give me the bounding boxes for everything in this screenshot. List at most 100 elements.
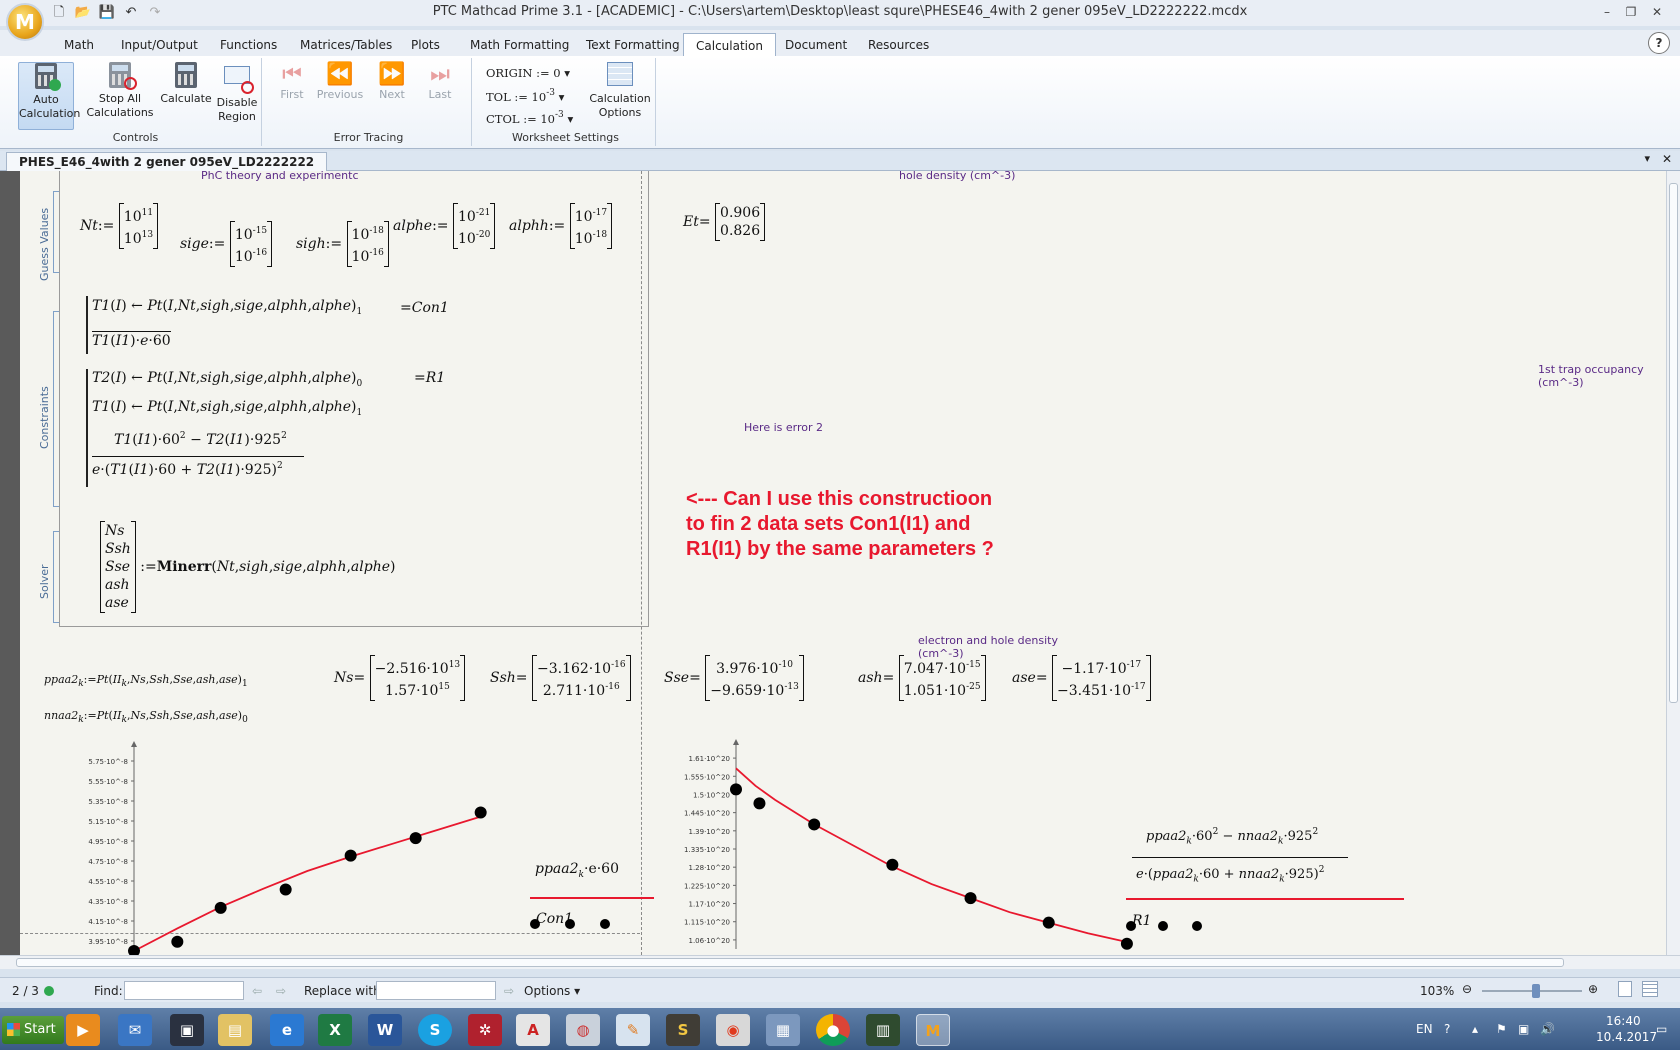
acrobat-icon[interactable]: A bbox=[516, 1014, 550, 1046]
video-editor-icon[interactable]: ▣ bbox=[170, 1014, 204, 1046]
result-Ns[interactable]: Ns= −2.516·1013 1.57·1015 bbox=[334, 655, 466, 701]
worksheet[interactable]: PhC theory and experimentc hole density … bbox=[0, 171, 1680, 955]
network-tray-icon[interactable]: ▣ bbox=[1518, 1022, 1529, 1036]
draft-view-icon[interactable] bbox=[1642, 981, 1658, 997]
result-ase[interactable]: ase= −1.17·10-17 −3.451·10-17 bbox=[1012, 655, 1151, 701]
zoom-slider-thumb[interactable] bbox=[1532, 984, 1540, 998]
origin-setting[interactable]: ORIGIN := 0 ▾ bbox=[486, 66, 570, 80]
language-indicator[interactable]: EN bbox=[1416, 1022, 1433, 1036]
constraint-con1[interactable]: =Con1 bbox=[400, 300, 449, 316]
skype-icon[interactable]: S bbox=[418, 1014, 452, 1046]
show-desktop-icon[interactable]: ▭ bbox=[1656, 1022, 1667, 1036]
guess-Nt[interactable]: Nt:= 1011 1013 bbox=[80, 203, 159, 249]
disable-region-button[interactable]: Disable Region bbox=[214, 62, 260, 130]
restore-icon[interactable]: ❐ bbox=[1620, 2, 1642, 22]
file-explorer-icon[interactable]: ▤ bbox=[218, 1014, 252, 1046]
tab-plots[interactable]: Plots bbox=[407, 33, 444, 57]
find-prev-icon[interactable]: ⇦ bbox=[252, 984, 262, 998]
tab-text-formatting[interactable]: Text Formatting bbox=[582, 33, 684, 57]
find-input[interactable] bbox=[124, 981, 244, 1000]
calculation-options-button[interactable]: Calculation Options bbox=[586, 62, 654, 120]
guess-sigh[interactable]: sigh:= 10-18 10-16 bbox=[296, 221, 390, 267]
chrome-icon[interactable]: ● bbox=[816, 1014, 850, 1046]
constraint-T1-def-2[interactable]: T1(I) ← Pt(I,Nt,sigh,sige,alphh,alphe)1 bbox=[92, 399, 362, 418]
page-view-icon[interactable] bbox=[1618, 981, 1632, 997]
media-player-icon[interactable]: ▶ bbox=[66, 1014, 100, 1046]
internet-explorer-icon[interactable]: e bbox=[270, 1014, 304, 1046]
def-nnaa2[interactable]: nnaa2k:=Pt(IIk,Ns,Ssh,Sse,ash,ase)0 bbox=[44, 709, 248, 725]
right-plot-y-denominator[interactable]: e·(ppaa2k·60 + nnaa2k·925)2 bbox=[1136, 865, 1324, 885]
minimize-icon[interactable]: – bbox=[1596, 2, 1618, 22]
sublime-icon[interactable]: S bbox=[666, 1014, 700, 1046]
tab-list-icon[interactable]: ▾ bbox=[1644, 152, 1650, 165]
last-button[interactable]: ⏭ Last bbox=[420, 62, 460, 102]
guess-alphe[interactable]: alphe:= 10-21 10-20 bbox=[393, 203, 496, 249]
options-dropdown[interactable]: Options ▾ bbox=[524, 984, 580, 998]
note-error2[interactable]: Here is error 2 bbox=[744, 421, 823, 434]
note-eh-density[interactable]: electron and hole density bbox=[918, 634, 1058, 647]
tab-document[interactable]: Document bbox=[781, 33, 851, 57]
vertical-scrollbar[interactable] bbox=[1666, 171, 1680, 955]
tol-setting[interactable]: TOL := 10-3 ▾ bbox=[486, 88, 564, 104]
stop-all-calculations-button[interactable]: Stop All Calculations bbox=[78, 62, 162, 130]
tab-matrices-tables[interactable]: Matrices/Tables bbox=[296, 33, 396, 57]
tab-functions[interactable]: Functions bbox=[216, 33, 281, 57]
mathcad-icon[interactable]: M bbox=[916, 1014, 950, 1046]
replace-input[interactable] bbox=[376, 981, 496, 1000]
tab-calculation[interactable]: Calculation bbox=[683, 33, 776, 58]
excel-icon[interactable]: X bbox=[318, 1014, 352, 1046]
first-button[interactable]: ⏮ First bbox=[272, 62, 312, 102]
horizontal-scroll-thumb[interactable] bbox=[16, 958, 1564, 967]
note-hole-density[interactable]: hole density (cm^-3) bbox=[899, 171, 1015, 182]
note-trap-occupancy[interactable]: 1st trap occupancy (cm^-3) bbox=[1538, 363, 1666, 389]
worksheet-page[interactable]: PhC theory and experimentc hole density … bbox=[20, 171, 1666, 955]
horizontal-scrollbar[interactable] bbox=[0, 955, 1680, 969]
app-logo[interactable]: M bbox=[6, 3, 44, 41]
constraint-R1-numerator[interactable]: T1(I1)·602 − T2(I1)·9252 bbox=[114, 431, 287, 448]
auto-calculation-button[interactable]: Auto Calculation bbox=[18, 62, 80, 130]
guess-Et[interactable]: Et= 0.906 0.826 bbox=[683, 203, 766, 241]
find-next-icon[interactable]: ⇨ bbox=[276, 984, 286, 998]
help-button[interactable]: ? bbox=[1648, 32, 1670, 54]
question-text[interactable]: <--- Can I use this constructioon to fin… bbox=[686, 487, 994, 562]
previous-button[interactable]: ⏪ Previous bbox=[312, 62, 368, 102]
next-button[interactable]: ⏩ Next bbox=[370, 62, 414, 102]
clock-date[interactable]: 10.4.2017 bbox=[1596, 1030, 1657, 1044]
constraint-R1[interactable]: =R1 bbox=[414, 370, 445, 386]
document-tab[interactable]: PHES_E46_4with 2 gener 095eV_LD2222222 bbox=[6, 152, 328, 171]
clock-time[interactable]: 16:40 bbox=[1606, 1014, 1641, 1028]
result-Sse[interactable]: Sse= 3.976·10-10 −9.659·10-13 bbox=[664, 655, 804, 701]
paint-icon[interactable]: ✎ bbox=[616, 1014, 650, 1046]
calculate-button[interactable]: Calculate bbox=[158, 62, 214, 130]
burn-icon[interactable]: ◉ bbox=[716, 1014, 750, 1046]
constraint-R1-denominator[interactable]: e·(T1(I1)·60 + T2(I1)·925)2 bbox=[92, 461, 283, 478]
ctol-setting[interactable]: CTOL := 10-3 ▾ bbox=[486, 110, 573, 126]
close-document-icon[interactable]: ✕ bbox=[1662, 152, 1672, 166]
mendeley-icon[interactable]: ✲ bbox=[468, 1014, 502, 1046]
constraint-con1-expr[interactable]: T1(I1)·e·60 bbox=[92, 331, 171, 349]
result-ash[interactable]: ash= 7.047·10-15 1.051·10-25 bbox=[858, 655, 986, 701]
right-plot-y-numerator[interactable]: ppaa2k·602 − nnaa2k·9252 bbox=[1146, 827, 1318, 847]
tab-input-output[interactable]: Input/Output bbox=[117, 33, 202, 57]
thunderbird-icon[interactable]: ✉ bbox=[118, 1014, 152, 1046]
close-icon[interactable]: ✕ bbox=[1646, 2, 1668, 22]
constraint-T1-def[interactable]: T1(I) ← Pt(I,Nt,sigh,sige,alphh,alphe)1 bbox=[92, 298, 362, 317]
tab-math[interactable]: Math bbox=[60, 33, 98, 57]
flag-tray-icon[interactable]: ⚑ bbox=[1496, 1022, 1507, 1036]
word-icon[interactable]: W bbox=[368, 1014, 402, 1046]
def-ppaa2[interactable]: ppaa2k:=Pt(IIk,Ns,Ssh,Sse,ash,ase)1 bbox=[44, 673, 248, 689]
help-tray-icon[interactable]: ? bbox=[1444, 1022, 1450, 1036]
tab-math-formatting[interactable]: Math Formatting bbox=[466, 33, 573, 57]
guess-sige[interactable]: sige:= 10-15 10-16 bbox=[180, 221, 273, 267]
volume-icon[interactable]: 🔊 bbox=[1540, 1022, 1555, 1036]
result-Ssh[interactable]: Ssh= −3.162·10-16 2.711·10-16 bbox=[490, 655, 631, 701]
guess-alphh[interactable]: alphh:= 10-17 10-18 bbox=[509, 203, 613, 249]
ppt-icon[interactable]: ◍ bbox=[566, 1014, 600, 1046]
zoom-in-icon[interactable]: ⊕ bbox=[1588, 982, 1598, 996]
zoom-slider[interactable] bbox=[1482, 984, 1582, 998]
constraint-T2-def[interactable]: T2(I) ← Pt(I,Nt,sigh,sige,alphh,alphe)0 bbox=[92, 370, 362, 389]
monitor-icon[interactable]: ▥ bbox=[866, 1014, 900, 1046]
solver-minerr[interactable]: Ns Ssh Sse ash ase :=Minerr(Nt,sigh,sige,alp… bbox=[100, 521, 395, 613]
left-plot-y-label[interactable]: ppaa2k·e·60 bbox=[535, 861, 619, 880]
vertical-scroll-thumb[interactable] bbox=[1669, 183, 1678, 703]
